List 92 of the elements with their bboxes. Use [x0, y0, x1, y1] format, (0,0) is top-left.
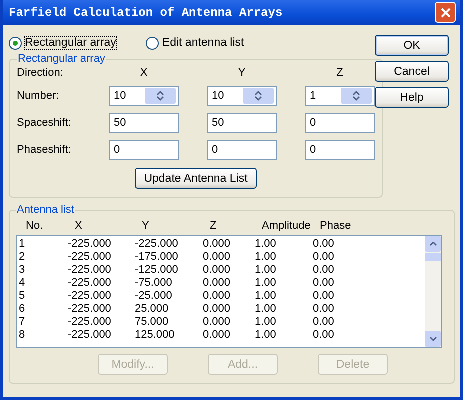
list-cell-text: 0.00	[313, 290, 336, 303]
list-cell-text: 0.00	[313, 329, 336, 342]
dialog-button[interactable]: OK	[375, 35, 449, 56]
list-cell-text: 5	[19, 290, 26, 303]
list-cell-text: -225.000	[68, 264, 112, 277]
list-cell-text: 0.000	[203, 251, 232, 264]
list-cell-text: 0.000	[203, 329, 232, 342]
up-down-arrows-icon	[157, 91, 164, 101]
input-field[interactable]: 50	[207, 113, 277, 133]
up-down-arrows-icon	[255, 91, 262, 101]
list-cell-text: -125.000	[135, 264, 180, 277]
list-cell-text: -75.000	[135, 277, 174, 290]
list-cell-text: 1	[19, 238, 26, 251]
spin-buttons[interactable]	[341, 88, 372, 104]
input-field[interactable]: 0	[305, 140, 375, 160]
list-cell-text: 3	[19, 264, 26, 277]
axis-label: Y	[237, 67, 247, 79]
radio-option[interactable]: Rectangular array	[9, 36, 116, 50]
list-cell-text: 6	[19, 303, 26, 316]
list-cell-text: 1.00	[255, 251, 278, 264]
list-cell-text: -225.000	[68, 277, 112, 290]
spin-field[interactable]: 10	[207, 86, 277, 106]
list-cell-text: -225.000	[68, 316, 112, 329]
list-cell-text: 2	[19, 251, 26, 264]
list-cell-text: 0.000	[203, 238, 232, 251]
close-button[interactable]	[435, 2, 456, 23]
axis-label: X	[139, 67, 149, 79]
spin-field[interactable]: 1	[305, 86, 375, 106]
list-cell-text: 1.00	[255, 238, 278, 251]
list-cell-text: 125.000	[135, 329, 176, 342]
list-cell-text: 1.00	[255, 316, 278, 329]
scroll-thumb[interactable]	[425, 253, 441, 261]
up-down-arrows-icon	[353, 91, 360, 101]
column-header: Z	[209, 220, 218, 232]
input-field[interactable]: 50	[109, 113, 179, 133]
list-cell-text: 0.000	[203, 316, 232, 329]
list-cell-text: -225.000	[135, 238, 180, 251]
list-cell-text: 1.00	[255, 303, 278, 316]
window-title: Farfield Calculation of Antenna Arrays	[9, 6, 283, 20]
list-cell-text: 0.00	[313, 251, 336, 264]
list-cell-text: -225.000	[68, 251, 112, 264]
list-cell-text: 8	[19, 329, 26, 342]
field-label: Phaseshift:	[17, 144, 72, 156]
list-cell-text: -225.000	[68, 238, 112, 251]
input-field[interactable]: 0	[207, 140, 277, 160]
list-cell-text: 0.000	[203, 277, 232, 290]
list-cell-text: 0.000	[203, 290, 232, 303]
column-header: No.	[25, 220, 44, 232]
list-cell-text: 1.00	[255, 264, 278, 277]
list-cell-text: 1.00	[255, 277, 278, 290]
column-header: X	[74, 220, 84, 232]
update-button[interactable]: Update Antenna List	[135, 168, 257, 189]
scrollbar[interactable]	[425, 236, 441, 347]
group-title: Antenna list	[16, 204, 76, 216]
list-cell-text: 0.00	[313, 303, 336, 316]
group-title: Rectangular array	[17, 53, 106, 65]
column-header: Phase	[319, 220, 352, 232]
axis-label: Z	[336, 67, 344, 79]
list-cell-text: 25.000	[135, 303, 170, 316]
radio-option[interactable]: Edit antenna list	[146, 36, 244, 50]
field-label: Spaceshift:	[17, 117, 72, 129]
list-cell-text: 0.000	[203, 303, 232, 316]
list-cell-text: 7	[19, 316, 26, 329]
list-cell-text: 0.00	[313, 238, 336, 251]
spin-buttons[interactable]	[145, 88, 176, 104]
dialog-button[interactable]: Help	[375, 87, 449, 108]
list-cell-text: 1.00	[255, 290, 278, 303]
field-label: Direction:	[17, 67, 64, 79]
dialog-button[interactable]: Cancel	[375, 61, 449, 82]
scroll-up-button[interactable]	[425, 236, 441, 252]
spin-buttons[interactable]	[243, 88, 274, 104]
input-field[interactable]: 0	[305, 113, 375, 133]
field-label: Number:	[17, 90, 60, 102]
input-field[interactable]: 0	[109, 140, 179, 160]
list-cell-text: -175.000	[135, 251, 180, 264]
list-cell-text: 0.00	[313, 264, 336, 277]
spin-field[interactable]: 10	[109, 86, 179, 106]
list-cell-text: -25.000	[135, 290, 174, 303]
list-cell-text: 75.000	[135, 316, 170, 329]
close-icon	[440, 8, 450, 18]
list-box[interactable]	[16, 235, 442, 348]
list-cell-text: 4	[19, 277, 26, 290]
scroll-down-button[interactable]	[425, 331, 441, 347]
list-cell-text: 0.00	[313, 277, 336, 290]
list-cell-text: 1.00	[255, 329, 278, 342]
list-cell-text: -225.000	[68, 290, 112, 303]
list-cell-text: -225.000	[68, 329, 112, 342]
column-header: Amplitude	[261, 220, 312, 232]
column-header: Y	[141, 220, 150, 232]
list-cell-text: 0.00	[313, 316, 336, 329]
list-cell-text: -225.000	[68, 303, 112, 316]
list-cell-text: 0.000	[203, 264, 232, 277]
